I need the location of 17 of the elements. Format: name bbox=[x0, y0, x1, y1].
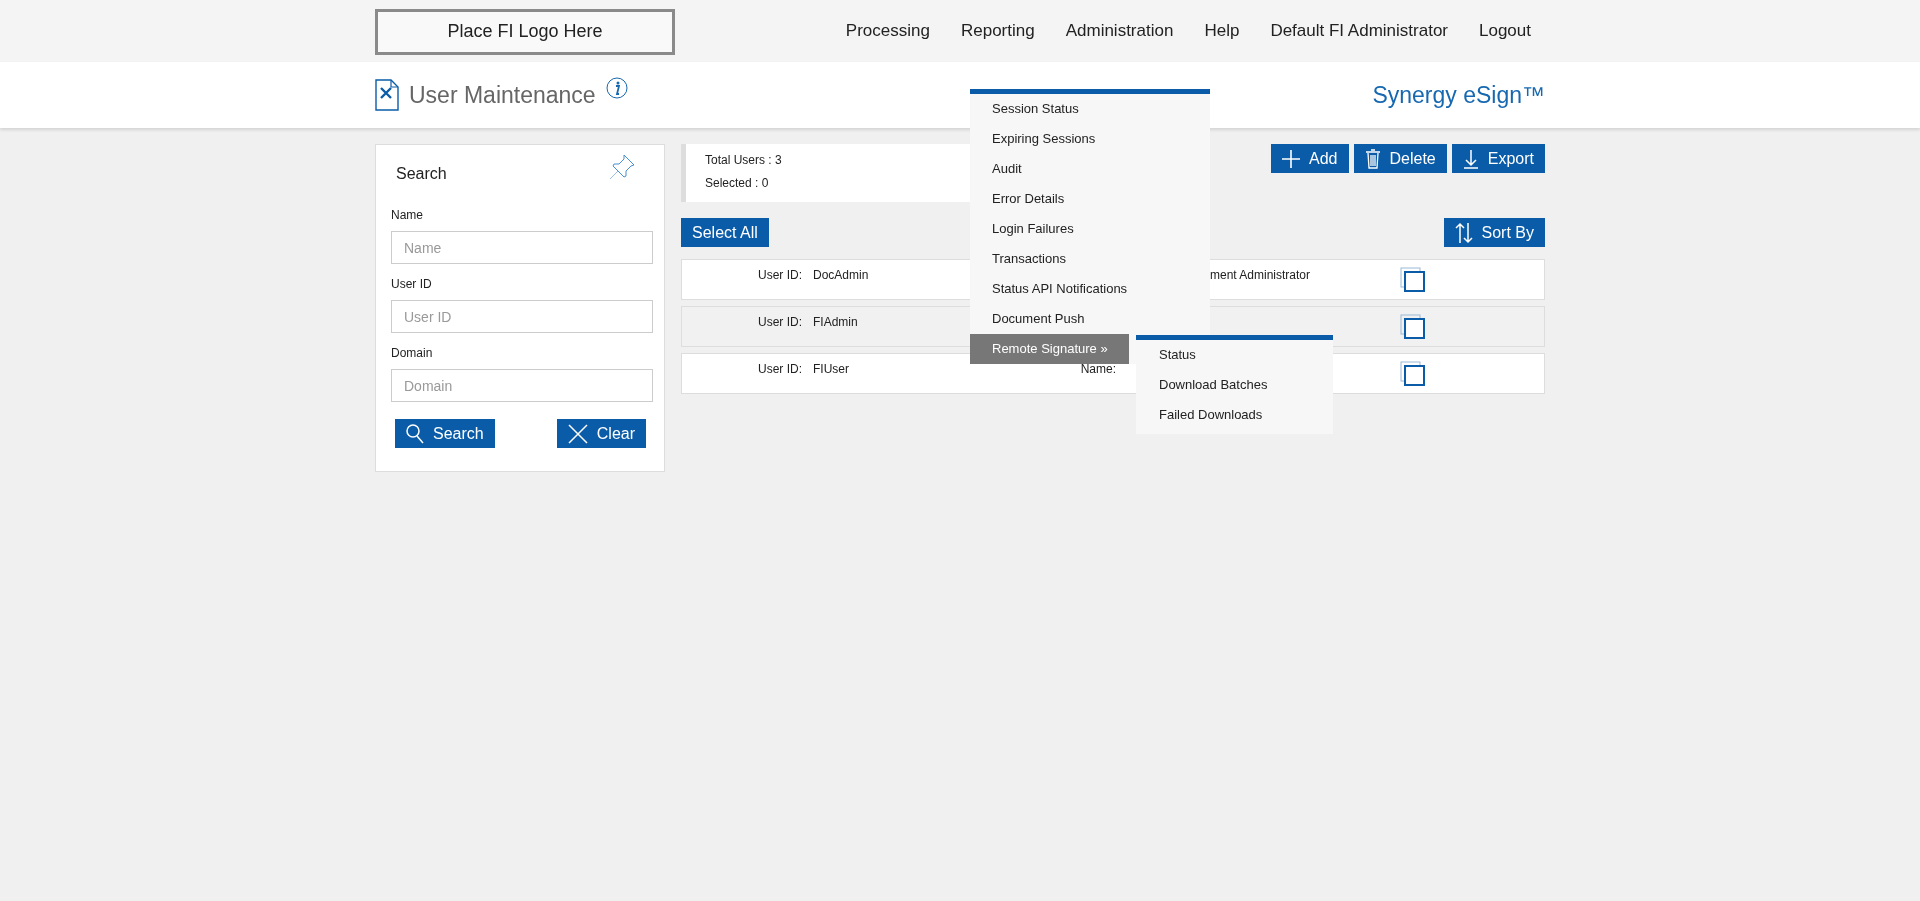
field-label: User ID: bbox=[757, 315, 802, 329]
selected-count: Selected : 0 bbox=[705, 175, 769, 192]
field-label: User ID bbox=[391, 277, 432, 291]
user-id: FIUser bbox=[813, 362, 850, 376]
field-label: User ID: bbox=[757, 268, 802, 282]
field-label: Name bbox=[391, 208, 423, 222]
logo-text: Place FI Logo Here bbox=[447, 21, 603, 42]
user-id: DocAdmin bbox=[813, 268, 870, 282]
user-name: ment Administrator bbox=[1210, 268, 1311, 282]
page-title: User Maintenance bbox=[409, 81, 596, 109]
total-users: Total Users : 3 bbox=[705, 152, 782, 169]
panel-title: Search bbox=[396, 165, 447, 182]
user-id: FIAdmin bbox=[813, 315, 859, 329]
field-label: User ID: bbox=[757, 362, 802, 376]
product-name: Synergy eSign™ bbox=[1372, 81, 1545, 109]
field-label: Domain bbox=[391, 346, 433, 360]
field-label: Name: bbox=[1080, 362, 1116, 376]
